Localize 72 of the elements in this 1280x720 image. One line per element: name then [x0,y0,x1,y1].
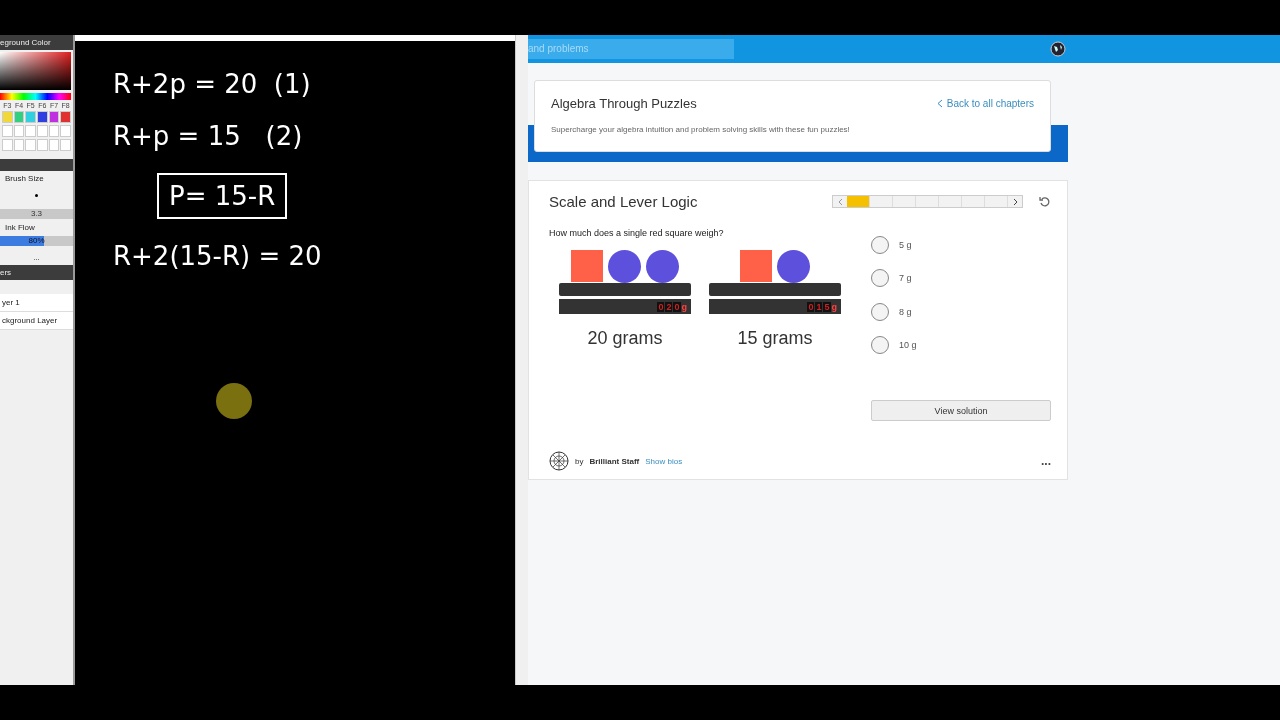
color-swatch[interactable] [13,111,25,123]
brush-size-label: Brush Size [4,173,45,185]
color-picker[interactable] [0,52,71,90]
color-swatch[interactable] [2,111,13,123]
handwritten-equation: R+p = 15 (2) [113,121,303,151]
weight-caption: 20 grams [587,328,663,349]
scale-digit: 0 [657,301,665,312]
circle-weight [777,250,810,283]
chapter-description: Supercharge your algebra intuition and problem solving skills with these fun puzzles! [551,125,851,134]
answer-option[interactable]: 5 g [871,228,1051,262]
square-weight [740,250,772,282]
brush-preview-icon [35,194,38,197]
empty-swatch[interactable] [37,139,48,151]
author-name: Brilliant Staff [589,456,640,466]
radio-button[interactable] [871,269,889,288]
color-swatch[interactable] [37,111,48,123]
radio-button[interactable] [871,235,889,254]
question-text: How much does a single red square weigh? [549,228,725,238]
scale-digit: 0 [807,301,815,312]
more-menu[interactable]: ... [1041,454,1051,468]
scale-digit: 1 [815,301,823,312]
back-link[interactable]: Back to all chapters [936,98,1034,109]
author-logo-icon [549,451,569,471]
layer-item[interactable]: yer 1 [0,294,73,312]
empty-swatch[interactable] [60,125,71,137]
empty-swatch[interactable] [25,139,36,151]
show-bios-link[interactable]: Show bios [645,456,683,466]
circle-weight [646,250,679,283]
color-swatch[interactable] [48,111,60,123]
globe-icon[interactable] [1050,41,1066,57]
radio-button[interactable] [871,302,889,321]
empty-swatch[interactable] [60,139,71,151]
handwritten-equation: R+2p = 20 (1) [113,69,311,99]
chevron-left-icon[interactable] [837,197,843,206]
scale-unit: g [681,301,687,312]
scale-unit: g [831,301,837,312]
pen-cursor-icon [216,383,252,419]
layer-item[interactable]: ckground Layer [0,312,73,330]
chevron-right-icon[interactable] [1012,197,1018,206]
handwritten-equation: R+2(15-R) = 20 [113,241,322,271]
square-weight [571,250,603,282]
scale-digit: 5 [823,301,831,312]
progress-step[interactable] [847,196,870,207]
color-swatch[interactable] [25,111,36,123]
color-swatch[interactable] [60,111,71,123]
panel-header: eground Color [0,35,73,50]
empty-swatch[interactable] [37,125,48,137]
puzzle-title: Scale and Lever Logic [549,193,698,210]
empty-swatch[interactable] [25,125,36,137]
hue-spectrum[interactable] [0,93,71,100]
weight-caption: 15 grams [737,328,813,349]
circle-weight [608,250,641,283]
author-prefix: by [575,456,584,466]
chevron-left-icon [936,99,943,108]
answer-option[interactable]: 7 g [871,261,1051,295]
brush-size-field[interactable]: 3.3 [0,209,73,219]
radio-button[interactable] [871,336,889,355]
view-solution-button[interactable]: View solution [871,400,1051,421]
more-label[interactable]: ... [0,250,73,265]
answer-option[interactable]: 10 g [871,328,1051,362]
empty-swatch[interactable] [2,139,13,151]
reset-icon[interactable] [1039,195,1051,208]
scale-digit: 0 [673,301,681,312]
chapter-title: Algebra Through Puzzles [551,96,697,111]
handwritten-equation: P= 15-R [157,173,288,219]
ink-flow-label: Ink Flow [4,223,36,232]
panel-header: ers [0,265,73,280]
vertical-scrollbar[interactable] [515,35,528,685]
empty-swatch[interactable] [2,125,13,137]
answer-option[interactable]: 8 g [871,295,1051,329]
scale-digit: 2 [665,301,673,312]
drawing-canvas[interactable]: R+2p = 20 (1) R+p = 15 (2) P= 15-R R+2(15-R) = 20 [75,41,515,685]
